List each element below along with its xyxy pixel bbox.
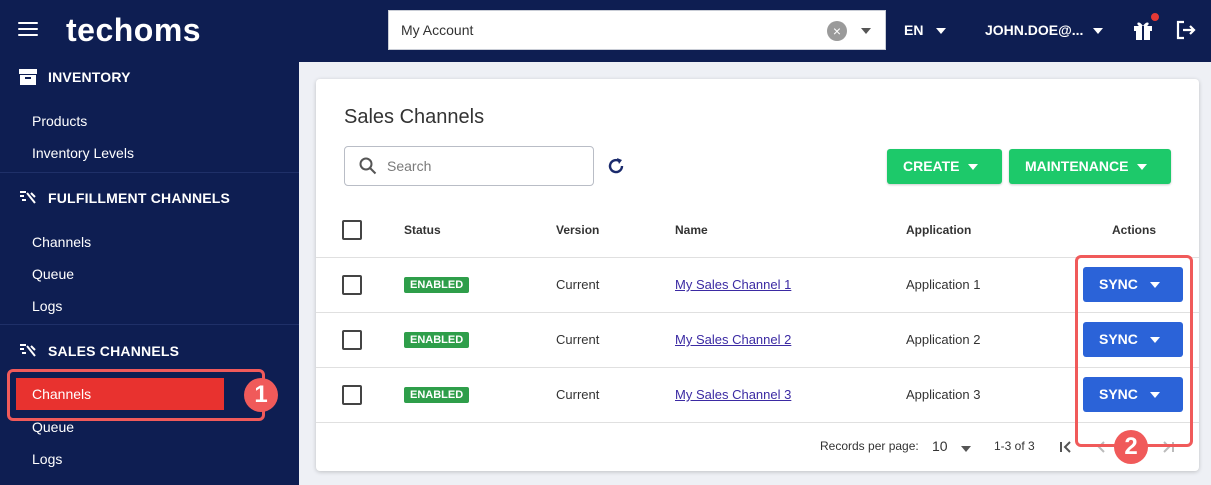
version-cell: Current	[556, 277, 600, 292]
select-all-checkbox[interactable]	[342, 220, 362, 240]
application-cell: Application 2	[906, 332, 981, 347]
step-badge: 1	[244, 378, 278, 412]
sidebar-section-sales[interactable]: SALES CHANNELS	[48, 343, 179, 359]
status-badge: ENABLED	[404, 277, 470, 293]
gift-icon[interactable]	[1133, 19, 1153, 41]
channels-icon	[20, 191, 36, 204]
column-header-status[interactable]: Status	[404, 223, 441, 237]
sidebar: INVENTORY Products Inventory Levels FULF…	[0, 62, 299, 485]
logout-icon[interactable]	[1175, 19, 1197, 41]
column-header-version[interactable]: Version	[556, 223, 599, 237]
channels-icon	[20, 344, 36, 357]
first-page-icon[interactable]	[1058, 439, 1074, 455]
sidebar-section-inventory[interactable]: INVENTORY	[48, 69, 131, 85]
language-select[interactable]: EN	[904, 22, 923, 38]
sidebar-item-fulfillment-queue[interactable]: Queue	[32, 266, 74, 282]
sales-channels-card: Sales Channels Search CREATE MAINTENANCE…	[316, 79, 1199, 471]
chevron-down-icon[interactable]	[861, 28, 871, 34]
chevron-down-icon[interactable]	[936, 28, 946, 34]
account-select[interactable]: My Account ×	[388, 10, 886, 50]
column-header-actions: Actions	[1112, 223, 1157, 237]
status-badge: ENABLED	[404, 387, 470, 403]
chevron-down-icon	[1137, 164, 1147, 170]
create-button[interactable]: CREATE	[887, 149, 1002, 184]
page-title: Sales Channels	[344, 106, 485, 128]
sidebar-section-fulfillment[interactable]: FULFILLMENT CHANNELS	[48, 190, 230, 206]
highlight-frame	[1075, 255, 1193, 447]
menu-icon[interactable]	[18, 22, 38, 38]
application-cell: Application 3	[906, 387, 981, 402]
per-page-select[interactable]: 10	[932, 438, 948, 454]
maintenance-label: MAINTENANCE	[1025, 158, 1129, 174]
notification-dot	[1149, 11, 1161, 23]
logo[interactable]: techoms	[66, 12, 201, 49]
page-range: 1-3 of 3	[994, 439, 1035, 453]
search-icon	[359, 157, 377, 175]
channel-name-link[interactable]: My Sales Channel 1	[675, 277, 791, 292]
divider	[0, 324, 299, 325]
row-checkbox[interactable]	[342, 330, 362, 350]
create-label: CREATE	[903, 158, 960, 174]
maintenance-button[interactable]: MAINTENANCE	[1009, 149, 1171, 184]
divider	[316, 422, 1199, 423]
divider	[316, 257, 1199, 258]
sidebar-item-sales-queue[interactable]: Queue	[32, 419, 74, 435]
chevron-down-icon[interactable]	[1093, 28, 1103, 34]
archive-icon	[19, 69, 37, 85]
account-select-value: My Account	[401, 22, 474, 38]
chevron-down-icon[interactable]	[961, 446, 971, 452]
highlight-frame	[7, 369, 265, 421]
channel-name-link[interactable]: My Sales Channel 3	[675, 387, 791, 402]
row-checkbox[interactable]	[342, 275, 362, 295]
records-per-page-label: Records per page:	[820, 439, 919, 453]
top-bar: techoms My Account × EN JOHN.DOE@...	[0, 0, 1211, 62]
divider	[316, 312, 1199, 313]
sidebar-item-fulfillment-channels[interactable]: Channels	[32, 234, 91, 250]
channel-name-link[interactable]: My Sales Channel 2	[675, 332, 791, 347]
column-header-application[interactable]: Application	[906, 223, 971, 237]
chevron-down-icon	[968, 164, 978, 170]
user-menu[interactable]: JOHN.DOE@...	[985, 22, 1083, 38]
row-checkbox[interactable]	[342, 385, 362, 405]
column-header-name[interactable]: Name	[675, 223, 708, 237]
search-placeholder: Search	[387, 158, 432, 174]
sidebar-item-inventory-levels[interactable]: Inventory Levels	[32, 145, 134, 161]
refresh-icon[interactable]	[605, 155, 627, 177]
clear-icon[interactable]: ×	[827, 21, 847, 41]
sidebar-item-fulfillment-logs[interactable]: Logs	[32, 298, 62, 314]
version-cell: Current	[556, 387, 600, 402]
status-badge: ENABLED	[404, 332, 470, 348]
sidebar-item-sales-logs[interactable]: Logs	[32, 451, 62, 467]
divider	[0, 172, 299, 173]
search-input[interactable]: Search	[344, 146, 594, 186]
step-badge: 2	[1114, 430, 1148, 464]
version-cell: Current	[556, 332, 600, 347]
sidebar-item-products[interactable]: Products	[32, 113, 87, 129]
application-cell: Application 1	[906, 277, 981, 292]
divider	[316, 367, 1199, 368]
